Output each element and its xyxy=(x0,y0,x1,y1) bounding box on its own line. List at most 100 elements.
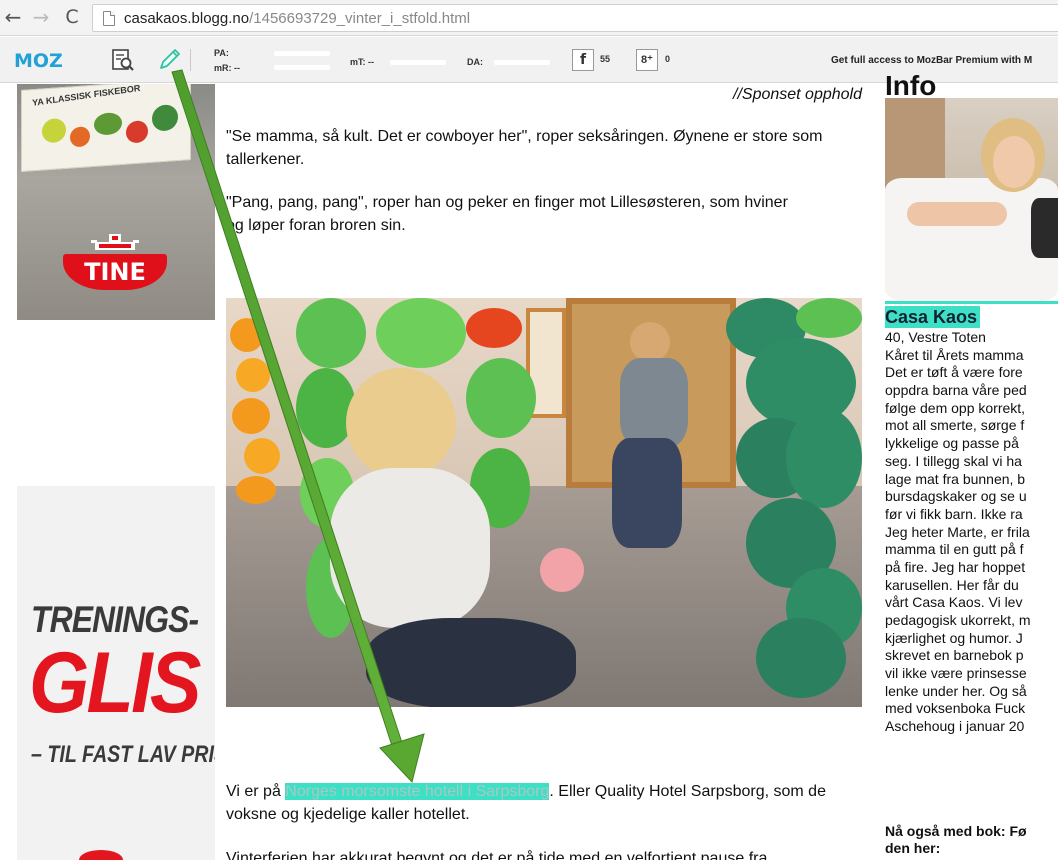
mt-label: mT: -- xyxy=(350,57,374,67)
tine-logo: TINE xyxy=(63,254,167,290)
highlight-pencil-icon[interactable] xyxy=(156,47,182,73)
mr-bar xyxy=(274,65,330,70)
blog-description-line: kjærlighet og humor. J xyxy=(885,629,1023,646)
blog-description-line: på fire. Jeg har hoppet xyxy=(885,558,1026,575)
vegetable-graphic xyxy=(70,126,90,148)
blog-description-line: karusellen. Her får du xyxy=(885,576,1019,593)
balloon xyxy=(296,298,366,368)
tine-crown-icon xyxy=(91,234,139,250)
hotel-link[interactable]: Norges morsomste hotell i Sarpsborg xyxy=(285,783,550,800)
balloon xyxy=(786,408,862,508)
article-paragraph: "Se mamma, så kult. Det er cowboyer her"… xyxy=(226,128,823,168)
forward-button[interactable]: → xyxy=(30,6,52,28)
book-note: Nå også med bok: Fø den her: xyxy=(885,823,1058,857)
da-bar xyxy=(494,60,550,65)
moz-logo[interactable]: MOZ xyxy=(14,50,63,72)
balloon xyxy=(466,358,536,438)
blog-description-line: Jeg heter Marte, er frila xyxy=(885,523,1030,540)
ad-decoration xyxy=(79,850,123,860)
back-button[interactable]: ← xyxy=(2,6,24,28)
blog-description-line: med voksenboka Fuck xyxy=(885,700,1026,717)
page-icon xyxy=(103,11,115,26)
vegetable-graphic xyxy=(94,111,122,136)
balloon xyxy=(796,298,862,338)
mr-label: mR: -- xyxy=(214,63,240,73)
blog-description-line: Kåret til Årets mamma xyxy=(885,346,1024,363)
toolbar-separator xyxy=(190,49,191,71)
book-note-line: Nå også med bok: Fø xyxy=(885,823,1027,839)
balloon xyxy=(236,476,276,504)
photo-face xyxy=(993,136,1035,188)
facebook-count: 55 xyxy=(600,54,611,64)
photo-boy-pants xyxy=(612,438,682,548)
blog-description-line: bursdagskaker og se u xyxy=(885,488,1027,505)
photo-child-hair xyxy=(346,368,456,478)
photo-boy-head xyxy=(630,322,670,362)
facebook-icon[interactable]: f xyxy=(572,49,594,71)
url-path: /1456693729_vinter_i_stfold.html xyxy=(249,10,471,27)
reload-button[interactable]: C xyxy=(61,6,83,28)
blog-description-line: skrevet en barnebok p xyxy=(885,647,1024,664)
article-line: og løper foran broren sin. xyxy=(226,217,406,234)
page-analysis-icon[interactable] xyxy=(111,48,135,72)
blog-description-line: vil ikke være prinsesse xyxy=(885,665,1027,682)
blog-description-line: lykkelige og passe på xyxy=(885,435,1019,452)
blog-description-line: Det er tøft å være fore xyxy=(885,364,1023,381)
google-plus-icon[interactable]: 8⁺ xyxy=(636,49,658,71)
tine-ad[interactable]: YA KLASSISK FISKEBOR TINE xyxy=(17,84,215,320)
article-photo xyxy=(226,298,862,707)
sidebar-heading: Info xyxy=(885,74,937,96)
blog-description-line: seg. I tillegg skal vi ha xyxy=(885,452,1022,469)
url-text: casakaos.blogg.no/1456693729_vinter_i_st… xyxy=(124,10,470,27)
blog-description-line: vårt Casa Kaos. Vi lev xyxy=(885,594,1023,611)
vegetable-graphic xyxy=(152,103,178,132)
blog-description-line: mamma til en gutt på f xyxy=(885,541,1024,558)
sidebar-accent-line xyxy=(885,301,1058,304)
photo-child-shirt xyxy=(330,468,490,628)
blog-description-line: før vi fikk barn. Ikke ra xyxy=(885,505,1023,522)
photo-top xyxy=(1031,198,1058,258)
vegetable-graphic xyxy=(42,117,66,144)
article-text: Vi er på xyxy=(226,783,286,800)
article-paragraph: Vi er på Norges morsomste hotell i Sarps… xyxy=(226,780,862,826)
photo-child-pants xyxy=(366,618,576,707)
blog-description-line: pedagogisk ukorrekt, m xyxy=(885,612,1031,628)
balloon xyxy=(540,548,584,592)
balloon xyxy=(376,298,466,368)
tine-logo-text: TINE xyxy=(84,258,146,286)
vegetable-graphic xyxy=(126,120,148,144)
photo-boy-jacket xyxy=(620,358,688,448)
balloon xyxy=(232,398,270,434)
google-plus-count: 0 xyxy=(665,54,671,64)
url-input[interactable]: casakaos.blogg.no/1456693729_vinter_i_st… xyxy=(92,4,1058,32)
pa-label: PA: xyxy=(214,48,229,58)
ad-headline-big: GLIS xyxy=(29,635,202,731)
balloon xyxy=(244,438,280,474)
blog-description-line: følge dem opp korrekt, xyxy=(885,399,1026,416)
blog-description-line: lenke under her. Og så xyxy=(885,682,1027,699)
blog-name[interactable]: Casa Kaos xyxy=(885,306,981,328)
ad-tagline: – TIL FAST LAV PRIS xyxy=(31,741,215,768)
balloon xyxy=(466,308,522,348)
blog-description-line: Aschehoug i januar 20 xyxy=(885,718,1025,735)
browser-address-bar: ← → C casakaos.blogg.no/1456693729_vinte… xyxy=(0,0,1058,36)
balloon xyxy=(230,318,264,352)
mt-bar xyxy=(390,60,446,65)
article-line: "Pang, pang, pang", roper han og peker e… xyxy=(226,194,788,211)
blog-description-line: 40, Vestre Toten xyxy=(885,329,986,345)
balloon xyxy=(236,358,270,392)
photo-arm xyxy=(907,202,1007,226)
da-label: DA: xyxy=(467,57,483,67)
blog-description: 40, Vestre Toten Kåret til Årets mamma Det… xyxy=(885,329,1058,736)
article-paragraph: "Pang, pang, pang", roper han og peker e… xyxy=(226,191,862,237)
balloon xyxy=(756,618,846,698)
book-note-line: den her: xyxy=(885,840,941,856)
blog-description-line: mot all smerte, sørge f xyxy=(885,417,1025,434)
premium-link[interactable]: Get full access to MozBar Premium with M xyxy=(831,55,1032,66)
url-host: casakaos.blogg.no xyxy=(124,10,250,27)
blogger-photo xyxy=(885,98,1058,301)
trenings-glis-ad[interactable]: TRENINGS- GLIS – TIL FAST LAV PRIS xyxy=(17,486,215,860)
blog-description-line: lage mat fra bunnen, b xyxy=(885,470,1026,487)
sponsored-note: //Sponset opphold xyxy=(733,86,862,103)
blog-description-line: oppdra barna våre ped xyxy=(885,382,1027,399)
